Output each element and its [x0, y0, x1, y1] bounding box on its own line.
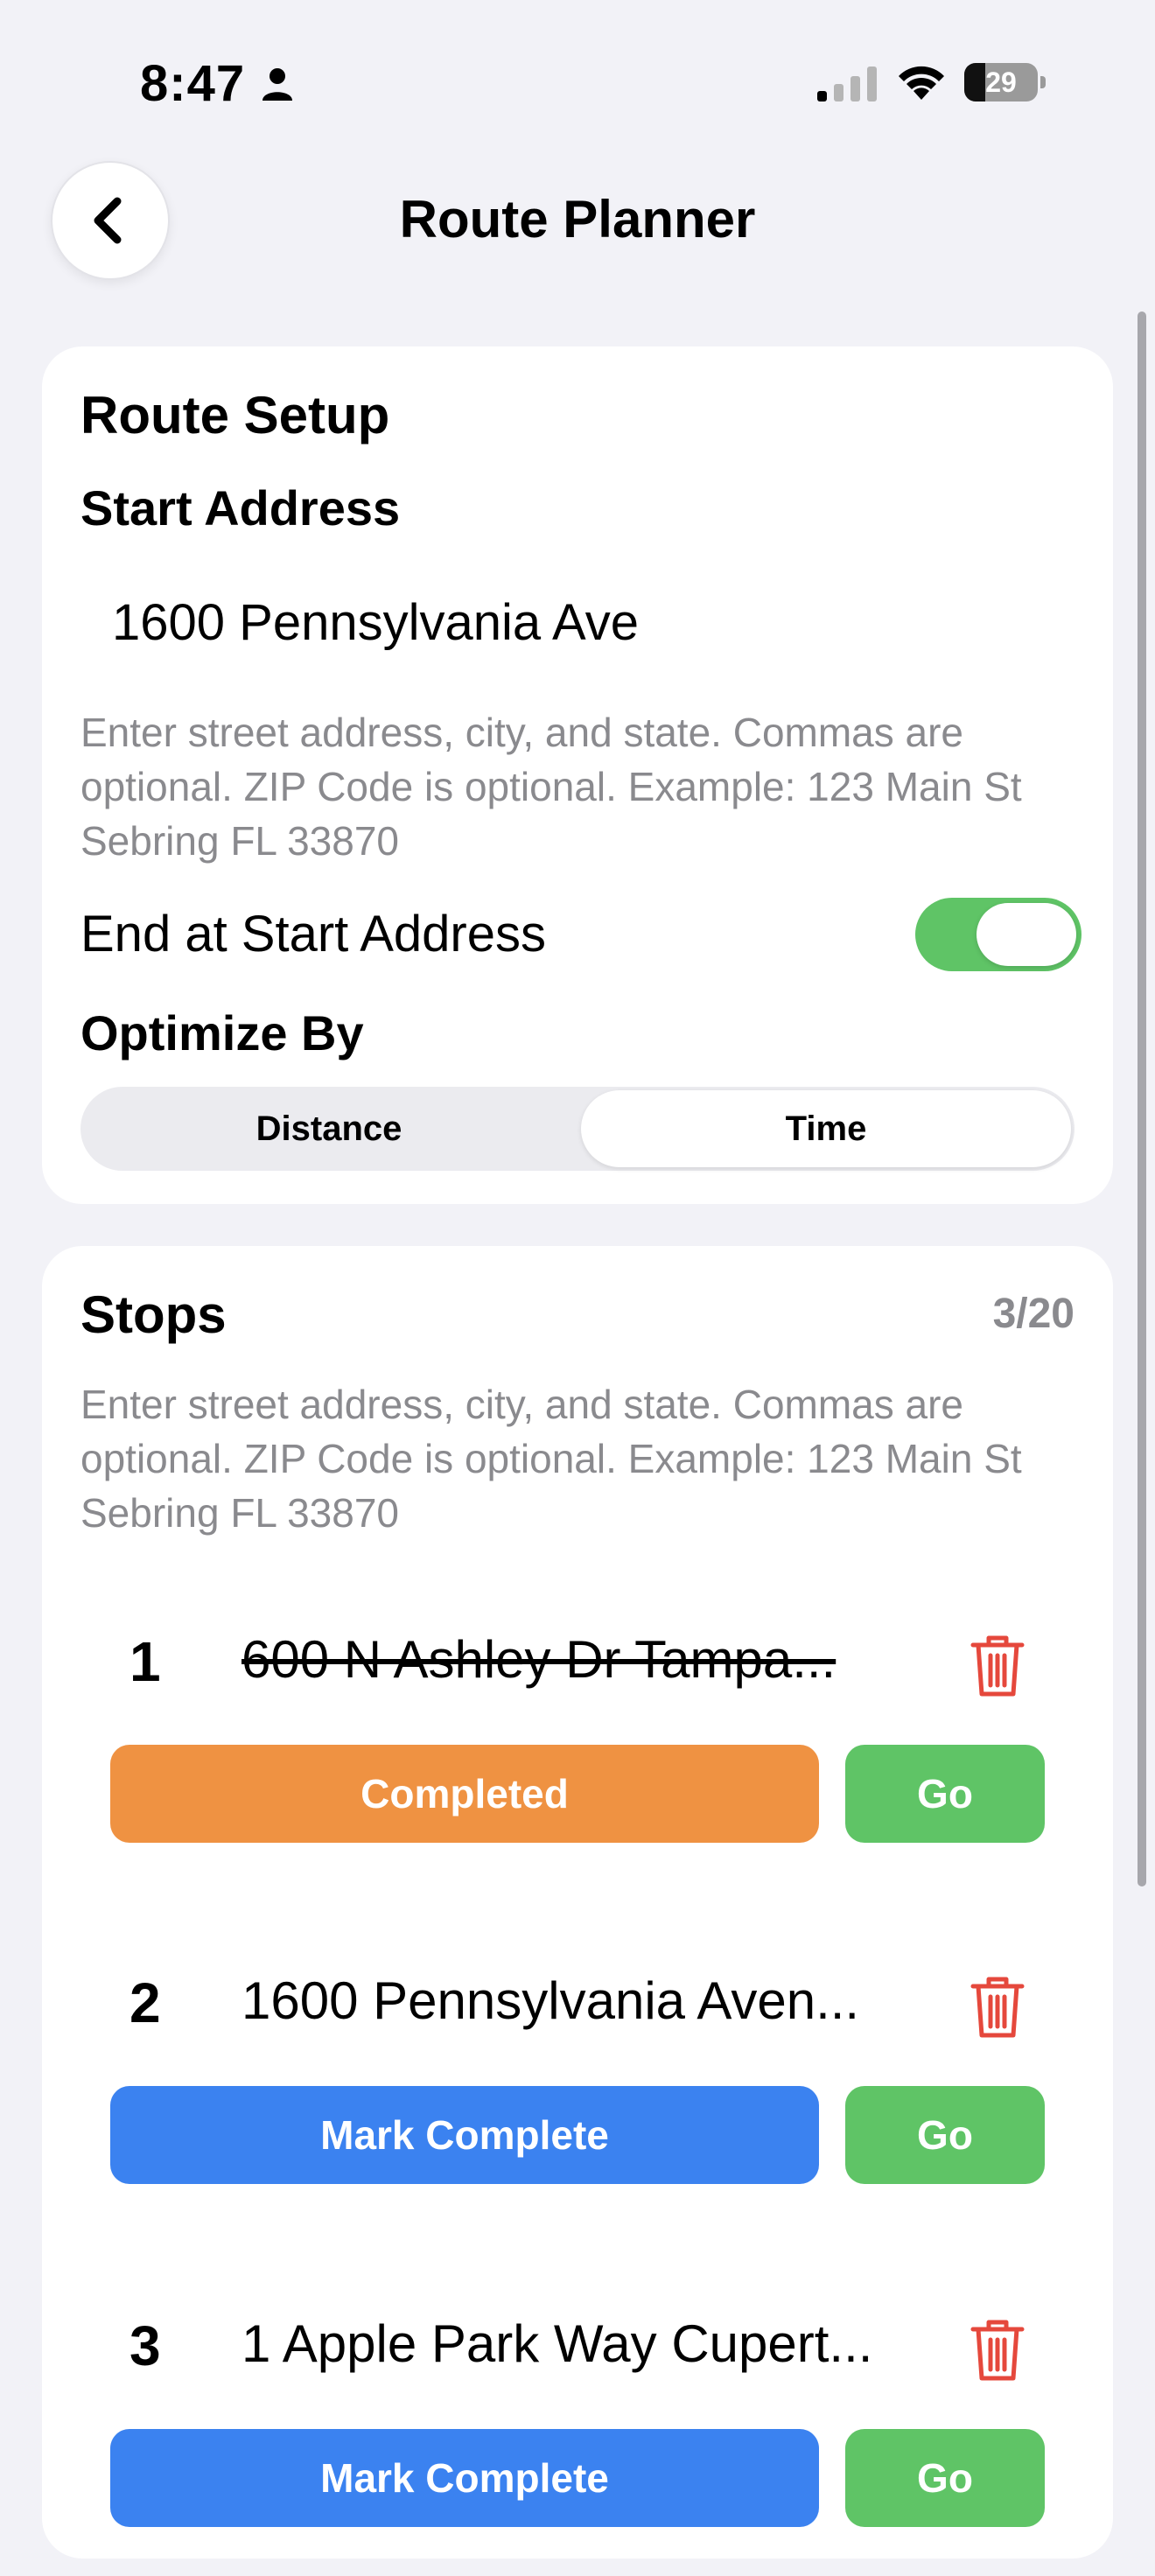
completed-button[interactable]: Completed [110, 1745, 819, 1843]
page-title: Route Planner [399, 190, 756, 248]
stop-address[interactable]: 1600 Pennsylvania Aven... [242, 1970, 942, 2031]
status-bar: 8:47 29 [0, 0, 1155, 158]
stop-address[interactable]: 1 Apple Park Way Cupert... [242, 2314, 942, 2374]
mark-complete-button[interactable]: Mark Complete [110, 2086, 819, 2184]
optimize-distance-option[interactable]: Distance [80, 1087, 578, 1171]
stop-item: 2 1600 Pennsylvania Aven... Mark Complet… [42, 1970, 1113, 2233]
stops-title: Stops [80, 1285, 227, 1344]
start-address-input[interactable] [80, 570, 1074, 676]
start-address-hint: Enter street address, city, and state. C… [80, 710, 1022, 864]
start-address-label: Start Address [80, 480, 401, 536]
toggle-knob [976, 903, 1076, 966]
route-setup-card: Route Setup Start Address Enter street a… [42, 346, 1113, 1204]
stops-count: 3/20 [992, 1291, 1074, 1337]
stop-item: 3 1 Apple Park Way Cupert... Mark Comple… [42, 2314, 1113, 2576]
go-button[interactable]: Go [845, 2429, 1045, 2527]
end-at-start-toggle[interactable] [915, 898, 1082, 971]
go-button[interactable]: Go [845, 2086, 1045, 2184]
stop-number: 3 [130, 2314, 161, 2377]
trash-icon[interactable] [970, 1633, 1026, 1699]
signal-icon [817, 66, 877, 102]
go-button[interactable]: Go [845, 1745, 1045, 1843]
optimize-by-label: Optimize By [80, 1005, 364, 1060]
person-icon [262, 68, 292, 101]
stops-card: Stops 3/20 Enter street address, city, a… [42, 1246, 1113, 2558]
trash-icon[interactable] [970, 2317, 1026, 2384]
mark-complete-button[interactable]: Mark Complete [110, 2429, 819, 2527]
battery-icon: 29 [964, 63, 1046, 102]
route-setup-title: Route Setup [80, 386, 390, 444]
wifi-icon [899, 66, 944, 100]
stop-item: 1 600 N Ashley Dr Tampa... Completed Go [42, 1629, 1113, 1892]
stops-hint: Enter street address, city, and state. C… [80, 1382, 1022, 1536]
optimize-time-option[interactable]: Time [581, 1090, 1071, 1167]
stop-address[interactable]: 600 N Ashley Dr Tampa... [242, 1629, 942, 1690]
trash-icon[interactable] [970, 1974, 1026, 2040]
battery-percent: 29 [985, 66, 1017, 98]
stop-number: 1 [130, 1630, 161, 1693]
scroll-indicator[interactable] [1138, 312, 1146, 1886]
stop-number: 2 [130, 1971, 161, 2034]
status-time: 8:47 [140, 55, 246, 112]
nav-bar: Route Planner [0, 158, 1155, 289]
optimize-segmented-control: Distance Time [80, 1087, 1074, 1171]
end-at-start-label: End at Start Address [80, 906, 546, 962]
